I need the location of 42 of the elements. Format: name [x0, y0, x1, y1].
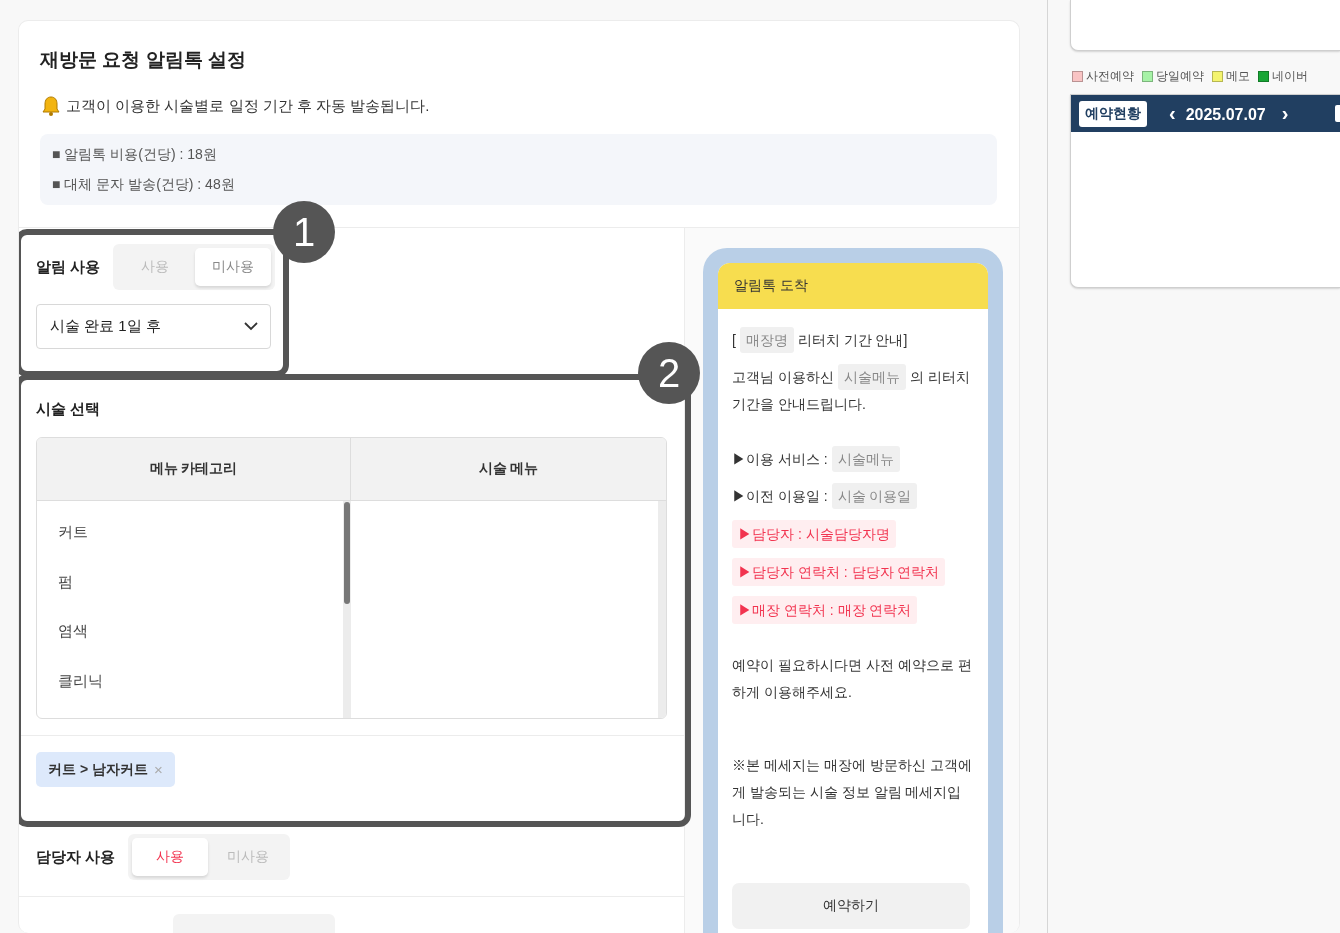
next-button[interactable]: › — [1277, 102, 1293, 125]
bell-icon — [40, 95, 62, 117]
message-header: 알림톡 도착 — [718, 263, 988, 309]
tag-label: 커트 > 남자커트 — [48, 760, 148, 779]
scrollbar[interactable] — [343, 501, 351, 718]
field-label: 알림 사용 — [36, 257, 101, 277]
category-item[interactable]: 클리닉 — [37, 656, 343, 706]
column-header: 메뉴 카테고리 — [37, 438, 351, 501]
chevron-down-icon — [244, 322, 258, 331]
scrollbar[interactable] — [658, 501, 666, 718]
message-text: 예약이 필요하시다면 사전 예약으로 편하게 이용해주세요. — [732, 656, 972, 702]
message-text: ▶이전 이용일 : 시술 이용일 — [732, 483, 972, 510]
step-number-badge: 2 — [638, 342, 700, 404]
highlighted-text: ▶담당자 연락처 : 담당자 연락처 — [732, 558, 946, 586]
info-text: ■ 대체 문자 발송(건당) : 48원 — [52, 175, 236, 194]
previous-button[interactable]: ‹ — [1165, 102, 1180, 125]
legend-label: 사전예약 — [1086, 68, 1134, 85]
legend-label: 메모 — [1226, 68, 1250, 85]
message-text: 고객님 이용하신 시술메뉴 의 리터치 기간을 안내드립니다. — [732, 364, 972, 418]
section-title: 시술 선택 — [36, 400, 102, 419]
page-title: 재방문 요청 알림톡 설정 — [40, 48, 247, 72]
message-text: ※본 메세지는 매장에 방문하신 고객에게 발송되는 시술 정보 알림 메세지입니다. — [732, 756, 972, 829]
field-label: 담당자 사용 — [36, 847, 116, 867]
notice-text: 고객이 이용한 시술별로 일정 기간 후 자동 발송됩니다. — [66, 96, 430, 116]
highlighted-text: ▶매장 연락처 : 매장 연락처 — [732, 596, 918, 624]
legend-label: 당일예약 — [1156, 68, 1204, 85]
status-tab[interactable]: 예약현황 — [1079, 100, 1147, 127]
step-number-badge: 1 — [273, 201, 335, 263]
highlighted-text: ▶담당자 : 시술담당자명 — [732, 520, 896, 548]
legend-label: 네이버 — [1272, 68, 1308, 85]
toggle-option[interactable]: 사용 — [132, 838, 209, 876]
date-label: 2025.07.07 — [1185, 106, 1266, 124]
category-item[interactable]: 펌 — [37, 557, 343, 607]
reserve-button[interactable]: 예약하기 — [732, 883, 970, 929]
toggle-option[interactable]: 미사용 — [195, 248, 272, 286]
dropdown[interactable]: 시술 완료 1일 후 — [36, 304, 271, 349]
info-text: ■ 알림톡 비용(건당) : 18원 — [52, 145, 218, 164]
category-item[interactable]: 염색 — [37, 607, 343, 657]
message-text: [ 매장명 리터치 기간 안내] — [732, 327, 972, 354]
category-item[interactable]: 커트 — [37, 508, 343, 558]
message-text: ▶이용 서비스 : 시술메뉴 — [732, 446, 972, 473]
column-header: 시술 메뉴 — [351, 438, 666, 501]
